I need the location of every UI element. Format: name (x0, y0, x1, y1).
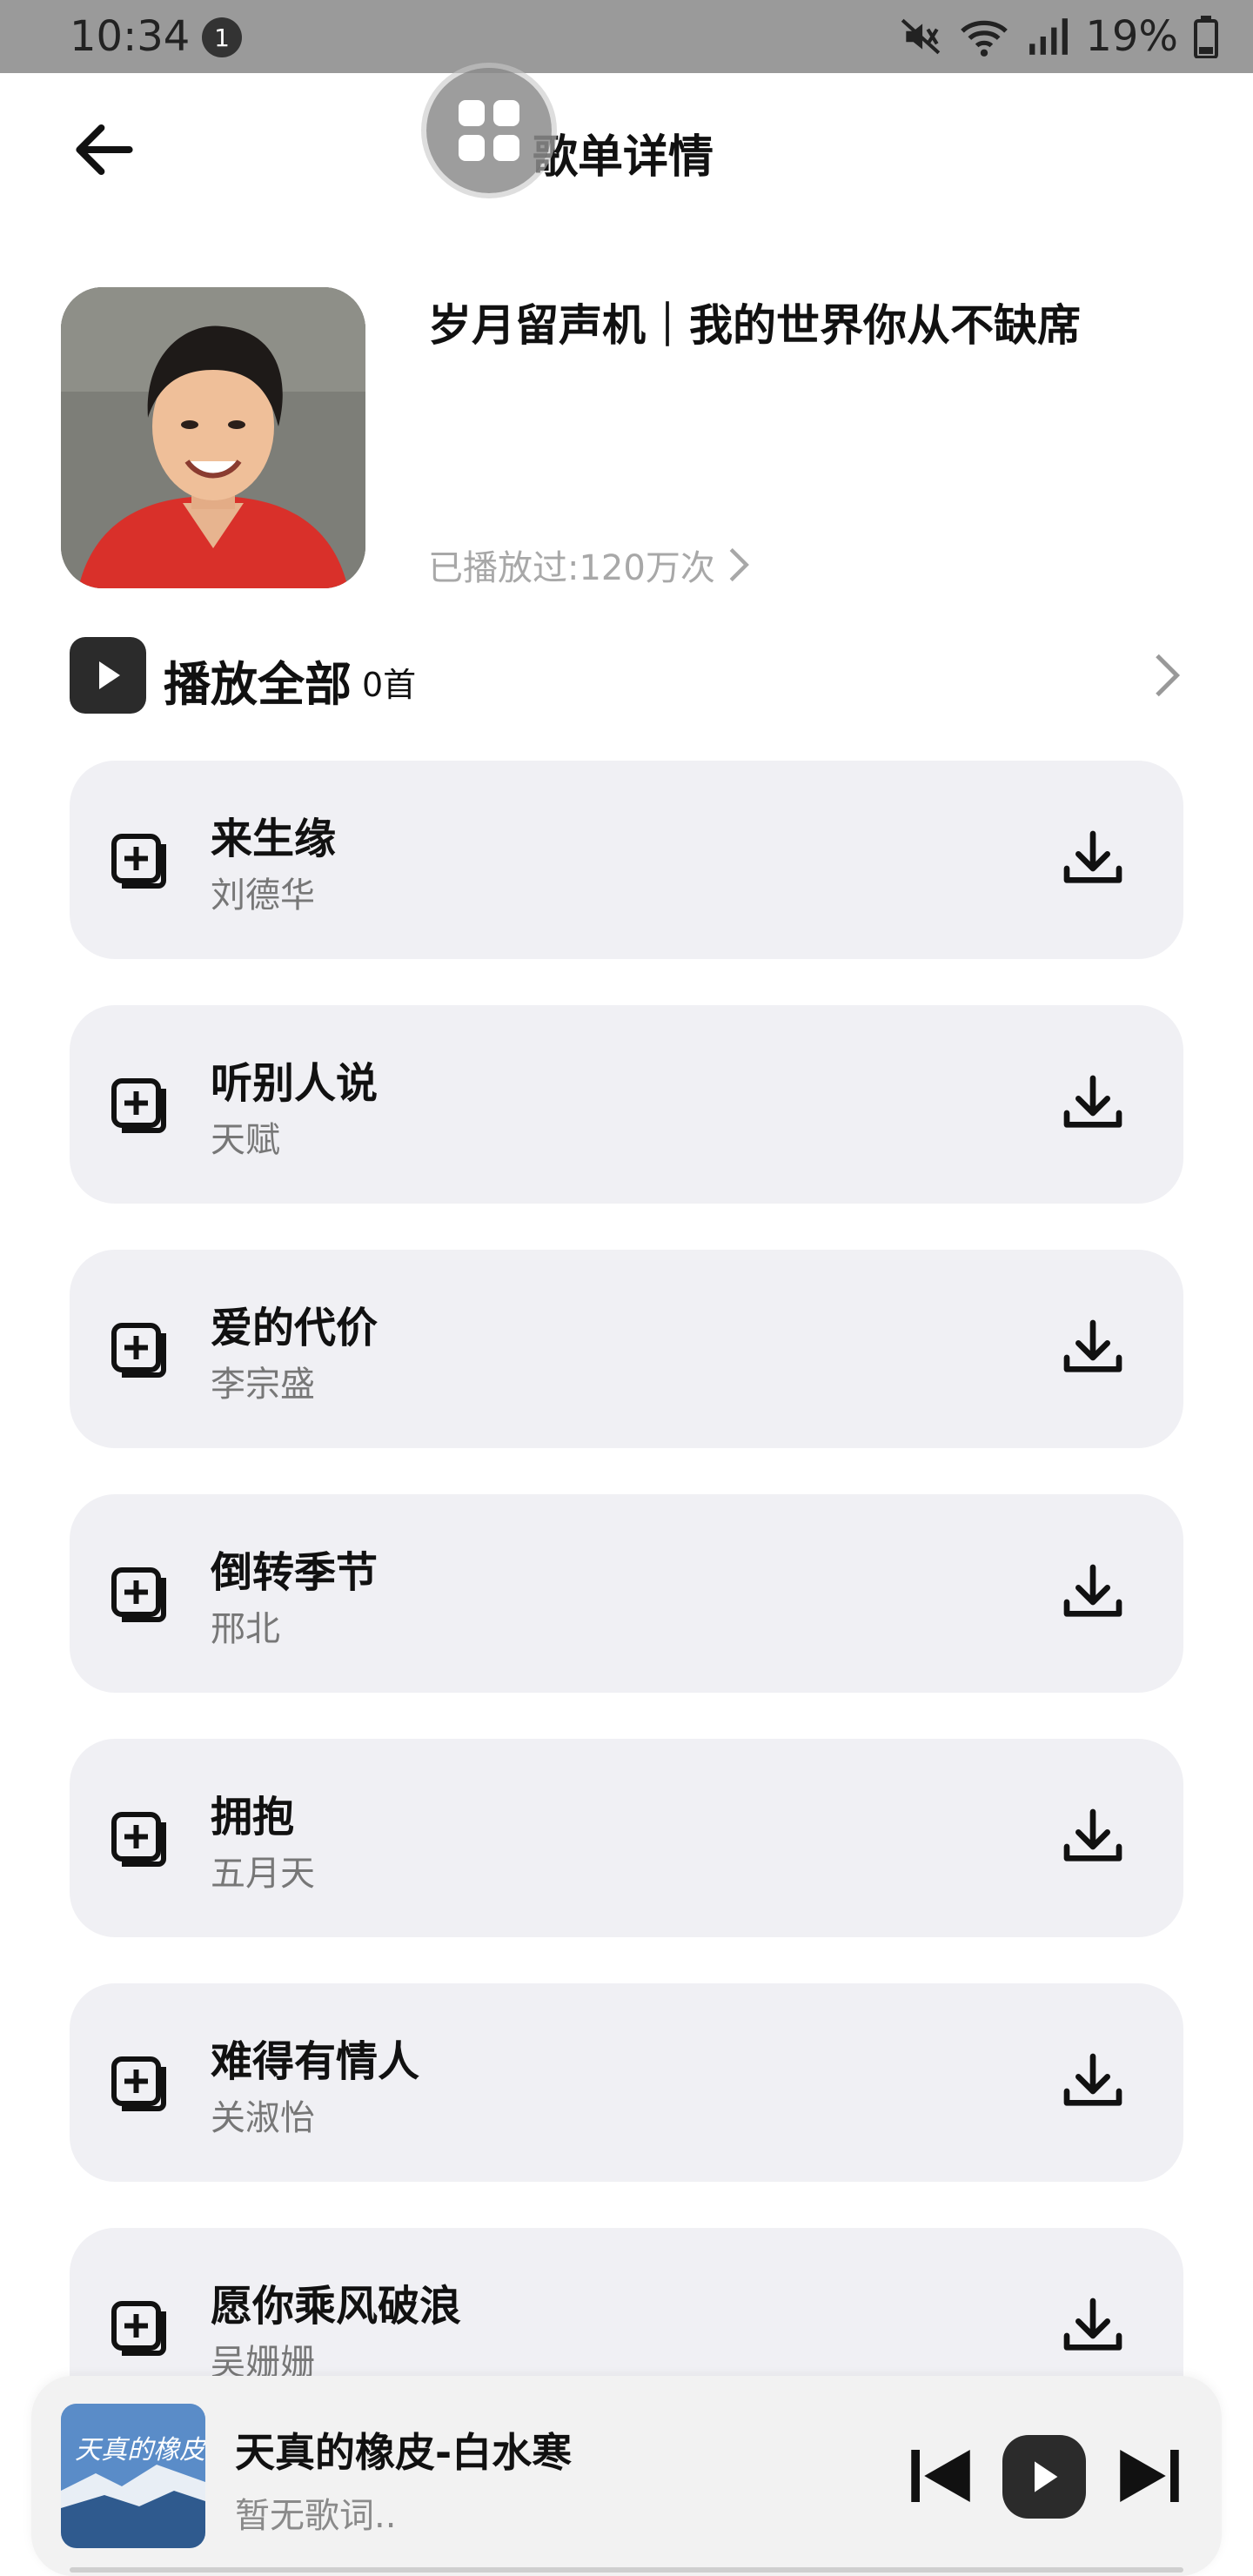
download-icon[interactable] (1058, 825, 1128, 895)
add-to-list-icon[interactable] (106, 828, 169, 891)
download-icon[interactable] (1058, 1803, 1128, 1873)
song-title: 愿你乘风破浪 (211, 2282, 462, 2331)
song-row[interactable]: 来生缘 刘德华 (70, 761, 1183, 959)
play-all-button[interactable] (70, 637, 146, 714)
playlist-cover (61, 287, 365, 588)
signal-icon (1029, 18, 1069, 55)
song-artist: 关淑怡 (211, 2098, 315, 2138)
song-title: 拥抱 (211, 1793, 295, 1841)
add-to-list-icon[interactable] (106, 2051, 169, 2114)
grid-icon (459, 100, 519, 161)
chevron-right-icon (729, 547, 749, 582)
add-to-list-icon[interactable] (106, 2296, 169, 2358)
song-artist: 李宗盛 (211, 1365, 315, 1405)
play-all-count: 0首 (362, 666, 417, 704)
download-icon[interactable] (1058, 1314, 1128, 1384)
floating-assistant-button[interactable] (426, 68, 552, 193)
song-artist: 五月天 (211, 1854, 315, 1894)
play-all-label: 播放全部 (164, 657, 352, 712)
skip-previous-icon[interactable] (901, 2437, 980, 2515)
mute-icon (901, 18, 941, 55)
playback-progress-bar (70, 2567, 1183, 2573)
play-pause-button[interactable] (1002, 2435, 1086, 2519)
arrow-left-icon (76, 124, 133, 176)
download-icon[interactable] (1058, 1559, 1128, 1628)
song-row[interactable]: 拥抱 五月天 (70, 1739, 1183, 1937)
status-icons: 19% (899, 9, 1218, 64)
download-icon[interactable] (1058, 2292, 1128, 2362)
skip-next-icon[interactable] (1110, 2437, 1189, 2515)
mini-player[interactable]: 天真的橡皮 天真的橡皮-白水寒 暂无歌词.. (31, 2376, 1222, 2576)
now-playing-title: 天真的橡皮-白水寒 (235, 2429, 573, 2476)
mini-player-cover[interactable]: 天真的橡皮 (61, 2404, 205, 2548)
song-row[interactable]: 难得有情人 关淑怡 (70, 1983, 1183, 2182)
add-to-list-icon[interactable] (106, 1562, 169, 1625)
add-to-list-icon[interactable] (106, 1318, 169, 1380)
play-all-row[interactable]: 播放全部 0首 (70, 635, 1183, 719)
play-icon (1035, 2461, 1058, 2492)
play-count-link[interactable]: 已播放过:120万次 (428, 540, 754, 590)
song-row[interactable]: 爱的代价 李宗盛 (70, 1250, 1183, 1448)
song-row[interactable]: 听别人说 天赋 (70, 1005, 1183, 1204)
song-artist: 天赋 (211, 1120, 280, 1160)
song-artist: 邢北 (211, 1609, 280, 1649)
play-count-text: 已播放过:120万次 (428, 548, 715, 588)
song-artist: 刘德华 (211, 875, 315, 916)
download-icon[interactable] (1058, 2048, 1128, 2117)
now-playing-lyric: 暂无歌词.. (235, 2496, 397, 2536)
song-title: 难得有情人 (211, 2037, 420, 2086)
battery-icon (1194, 16, 1218, 58)
wifi-icon (961, 20, 1008, 57)
page-title: 歌单详情 (533, 131, 714, 184)
song-title: 倒转季节 (211, 1548, 379, 1597)
playlist-name: 岁月留声机｜我的世界你从不缺席 (428, 300, 1081, 351)
notification-count-badge: 1 (202, 17, 242, 57)
song-title: 爱的代价 (211, 1304, 379, 1352)
play-icon (99, 661, 120, 689)
song-title: 听别人说 (211, 1059, 379, 1108)
song-title: 来生缘 (211, 815, 337, 863)
back-button[interactable] (61, 106, 148, 193)
status-bar: 10:34 1 19% (0, 0, 1253, 73)
song-row[interactable]: 倒转季节 邢北 (70, 1494, 1183, 1693)
cover-portrait-image (61, 287, 365, 588)
status-time: 10:34 (70, 12, 191, 61)
album-art-image (61, 2404, 205, 2548)
download-icon[interactable] (1058, 1070, 1128, 1139)
battery-percent: 19% (1085, 12, 1178, 61)
add-to-list-icon[interactable] (106, 1807, 169, 1869)
album-art-text: 天真的橡皮 (75, 2435, 205, 2465)
add-to-list-icon[interactable] (106, 1073, 169, 1136)
chevron-right-icon[interactable] (1149, 649, 1183, 701)
